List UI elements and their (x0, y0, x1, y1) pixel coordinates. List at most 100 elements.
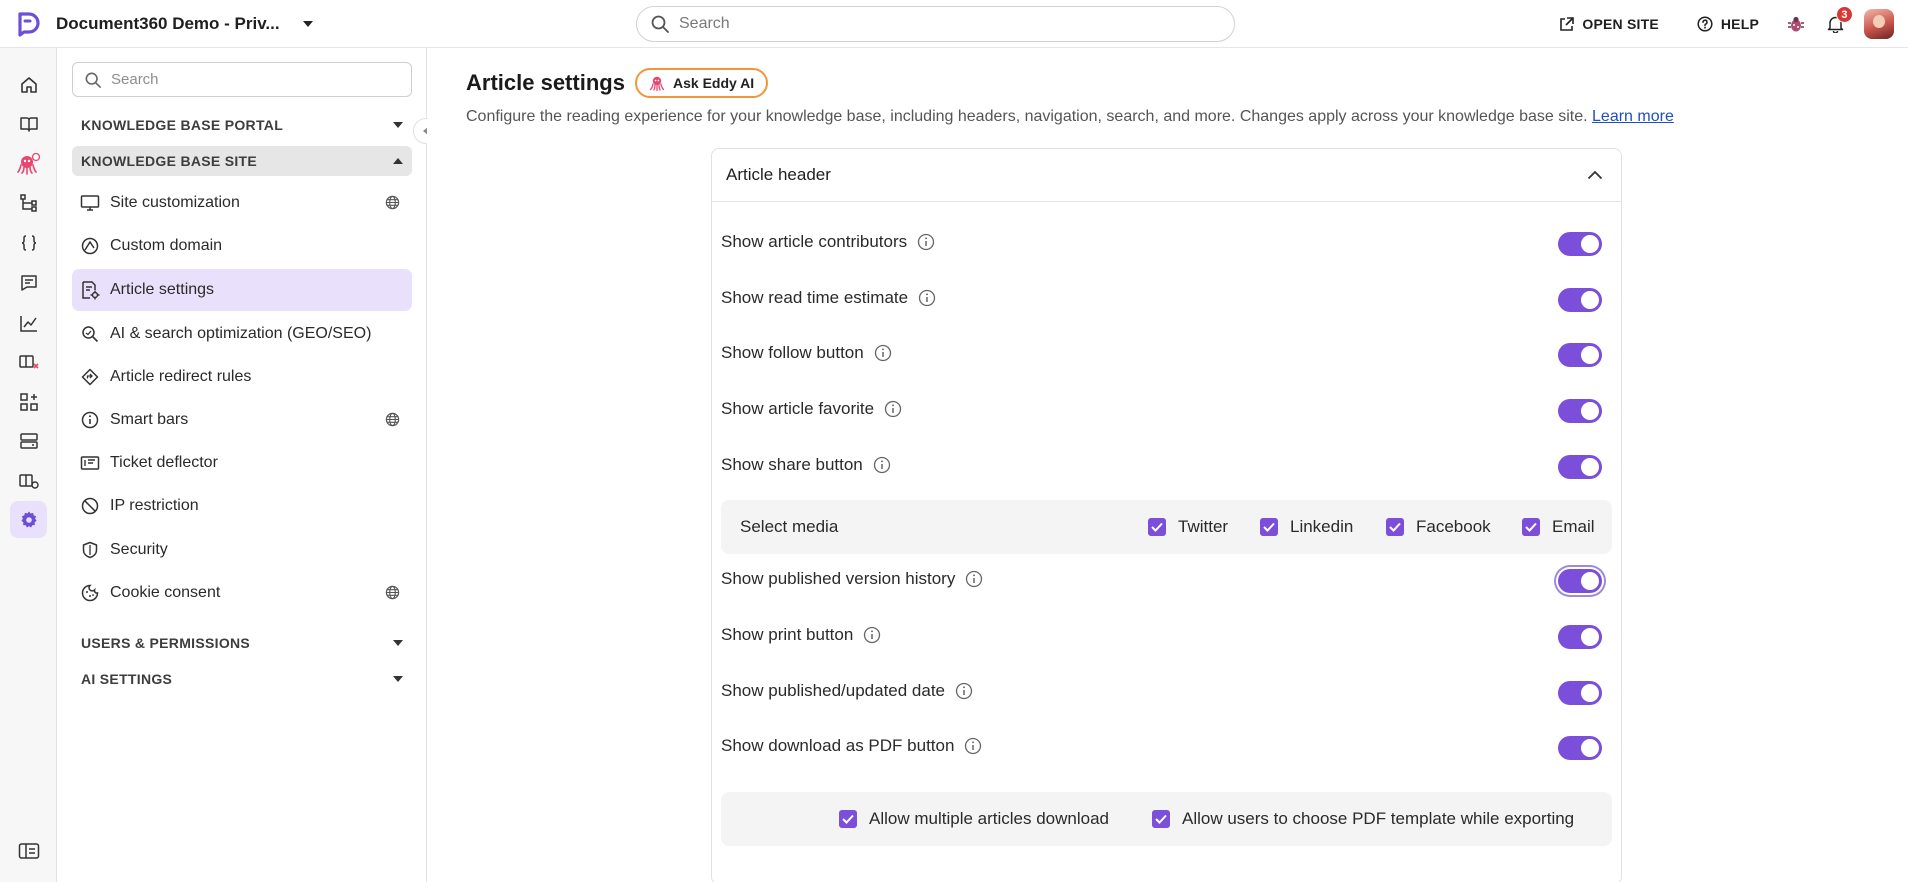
expand-sidebar-icon[interactable] (10, 832, 47, 869)
analytics-icon[interactable] (10, 304, 47, 341)
caret-down-icon (392, 675, 404, 683)
section-ai-settings[interactable]: AI SETTINGS (72, 664, 412, 694)
checkbox-linkedin[interactable]: Linkedin (1260, 517, 1353, 537)
setting-row-article-favorite: Show article favorite (721, 389, 1612, 429)
checkbox-choose-pdf-template[interactable]: Allow users to choose PDF template while… (1152, 809, 1574, 829)
help-button[interactable]: HELP (1697, 16, 1759, 32)
checkbox-email[interactable]: Email (1522, 517, 1595, 537)
project-selector[interactable]: Document360 Demo - Priv... (56, 14, 314, 34)
ask-eddy-ai-button[interactable]: Ask Eddy AI (635, 68, 769, 98)
settings-gear-icon[interactable] (10, 501, 47, 538)
info-icon[interactable] (965, 570, 983, 588)
sidebar-item-article-redirect-rules[interactable]: Article redirect rules (72, 356, 412, 398)
section-label: KNOWLEDGE BASE SITE (81, 153, 258, 169)
setting-row-read-time-estimate: Show read time estimate (721, 278, 1612, 318)
workflow-icon[interactable] (10, 184, 47, 221)
info-icon[interactable] (863, 626, 881, 644)
section-knowledge-base-site[interactable]: KNOWLEDGE BASE SITE (72, 146, 412, 176)
sidebar-item-label: Article redirect rules (110, 368, 252, 385)
sidebar-search-input[interactable] (111, 71, 391, 88)
sidebar-item-cookie-consent[interactable]: Cookie consent (72, 572, 412, 614)
toggle-published-version-history[interactable] (1558, 569, 1602, 593)
toggle-published-updated-date[interactable] (1558, 681, 1602, 705)
settings-sidebar: KNOWLEDGE BASE PORTAL KNOWLEDGE BASE SIT… (57, 48, 439, 882)
sidebar-item-label: Smart bars (110, 411, 189, 428)
integrations-icon[interactable] (10, 383, 47, 420)
setting-label: Show download as PDF button (721, 736, 955, 755)
setting-label: Show article favorite (721, 399, 875, 418)
documentation-icon[interactable] (10, 105, 47, 142)
setting-row-published-updated-date: Show published/updated date (721, 671, 1612, 711)
main-content: Article settings Ask Eddy AI Configure t… (427, 48, 1908, 882)
setting-label: Show share button (721, 455, 863, 474)
info-icon[interactable] (918, 289, 936, 307)
info-icon (80, 410, 100, 430)
top-actions: OPEN SITE HELP 3 (1559, 0, 1908, 48)
api-icon[interactable] (10, 224, 47, 261)
checkbox-label: Allow multiple articles download (869, 809, 1110, 828)
checkbox-label: Facebook (1416, 517, 1491, 536)
section-knowledge-base-portal[interactable]: KNOWLEDGE BASE PORTAL (72, 110, 412, 140)
info-icon[interactable] (964, 737, 982, 755)
notifications-button[interactable]: 3 (1827, 6, 1853, 33)
document360-logo-icon[interactable] (0, 0, 56, 48)
notification-badge: 3 (1836, 6, 1853, 23)
checkbox-checked-icon (1522, 518, 1540, 536)
sidebar-item-smart-bars[interactable]: Smart bars (72, 399, 412, 441)
open-site-button[interactable]: OPEN SITE (1559, 16, 1659, 32)
toggle-share-button[interactable] (1558, 455, 1602, 479)
article-header-accordion[interactable]: Article header (712, 149, 1621, 202)
sidebar-item-article-settings[interactable]: Article settings (72, 269, 412, 311)
knowledge-base-assistant-icon[interactable] (10, 343, 47, 380)
info-icon[interactable] (917, 233, 935, 251)
eddy-ai-icon[interactable] (10, 145, 47, 182)
setting-row-article-contributors: Show article contributors (721, 222, 1612, 262)
setting-row-share-button: Show share button (721, 445, 1612, 485)
global-search-input[interactable] (679, 15, 1199, 33)
toggle-print-button[interactable] (1558, 625, 1602, 649)
globe-icon (385, 412, 400, 427)
toggle-read-time-estimate[interactable] (1558, 288, 1602, 312)
drive-icon[interactable] (10, 422, 47, 459)
globe-icon (385, 585, 400, 600)
setting-row-print-button: Show print button (721, 615, 1612, 655)
monitor-icon (80, 193, 100, 213)
setting-row-download-pdf: Show download as PDF button (721, 726, 1612, 766)
sidebar-item-ticket-deflector[interactable]: Ticket deflector (72, 442, 412, 484)
toggle-article-favorite[interactable] (1558, 399, 1602, 423)
checkbox-multiple-articles-download[interactable]: Allow multiple articles download (839, 809, 1109, 829)
section-users-permissions[interactable]: USERS & PERMISSIONS (72, 628, 412, 658)
article-header-panel: Article header Show article contributors… (711, 148, 1622, 882)
page-description: Configure the reading experience for you… (466, 108, 1674, 126)
sidebar-item-site-customization[interactable]: Site customization (72, 182, 412, 224)
toggle-download-pdf[interactable] (1558, 736, 1602, 760)
home-icon[interactable] (10, 66, 47, 103)
project-name: Document360 Demo - Priv... (56, 13, 280, 33)
checkbox-twitter[interactable]: Twitter (1148, 517, 1228, 537)
setting-label: Show follow button (721, 343, 864, 362)
select-media-box: Select media Twitter Linkedin Facebook E… (721, 500, 1612, 554)
setting-label: Show published version history (721, 569, 956, 588)
setting-label: Show read time estimate (721, 288, 909, 307)
feedback-icon[interactable] (10, 264, 47, 301)
sidebar-item-custom-domain[interactable]: Custom domain (72, 225, 412, 267)
sidebar-item-search-optimization[interactable]: AI & search optimization (GEO/SEO) (72, 313, 412, 355)
info-icon[interactable] (955, 682, 973, 700)
user-avatar[interactable] (1864, 9, 1894, 39)
sidebar-item-ip-restriction[interactable]: IP restriction (72, 485, 412, 527)
toggle-article-contributors[interactable] (1558, 232, 1602, 256)
sidebar-item-security[interactable]: Security (72, 529, 412, 571)
bug-report-icon[interactable] (1787, 15, 1805, 33)
toggle-follow-button[interactable] (1558, 343, 1602, 367)
setting-row-follow-button: Show follow button (721, 333, 1612, 373)
ask-eddy-ai-label: Ask Eddy AI (673, 75, 755, 91)
section-label: USERS & PERMISSIONS (81, 635, 251, 651)
learn-more-link[interactable]: Learn more (1592, 108, 1674, 125)
info-icon[interactable] (873, 456, 891, 474)
checkbox-facebook[interactable]: Facebook (1386, 517, 1491, 537)
info-icon[interactable] (874, 344, 892, 362)
info-icon[interactable] (884, 400, 902, 418)
widgets-icon[interactable] (10, 462, 47, 499)
sidebar-search[interactable] (72, 62, 412, 97)
global-search[interactable] (636, 6, 1235, 42)
